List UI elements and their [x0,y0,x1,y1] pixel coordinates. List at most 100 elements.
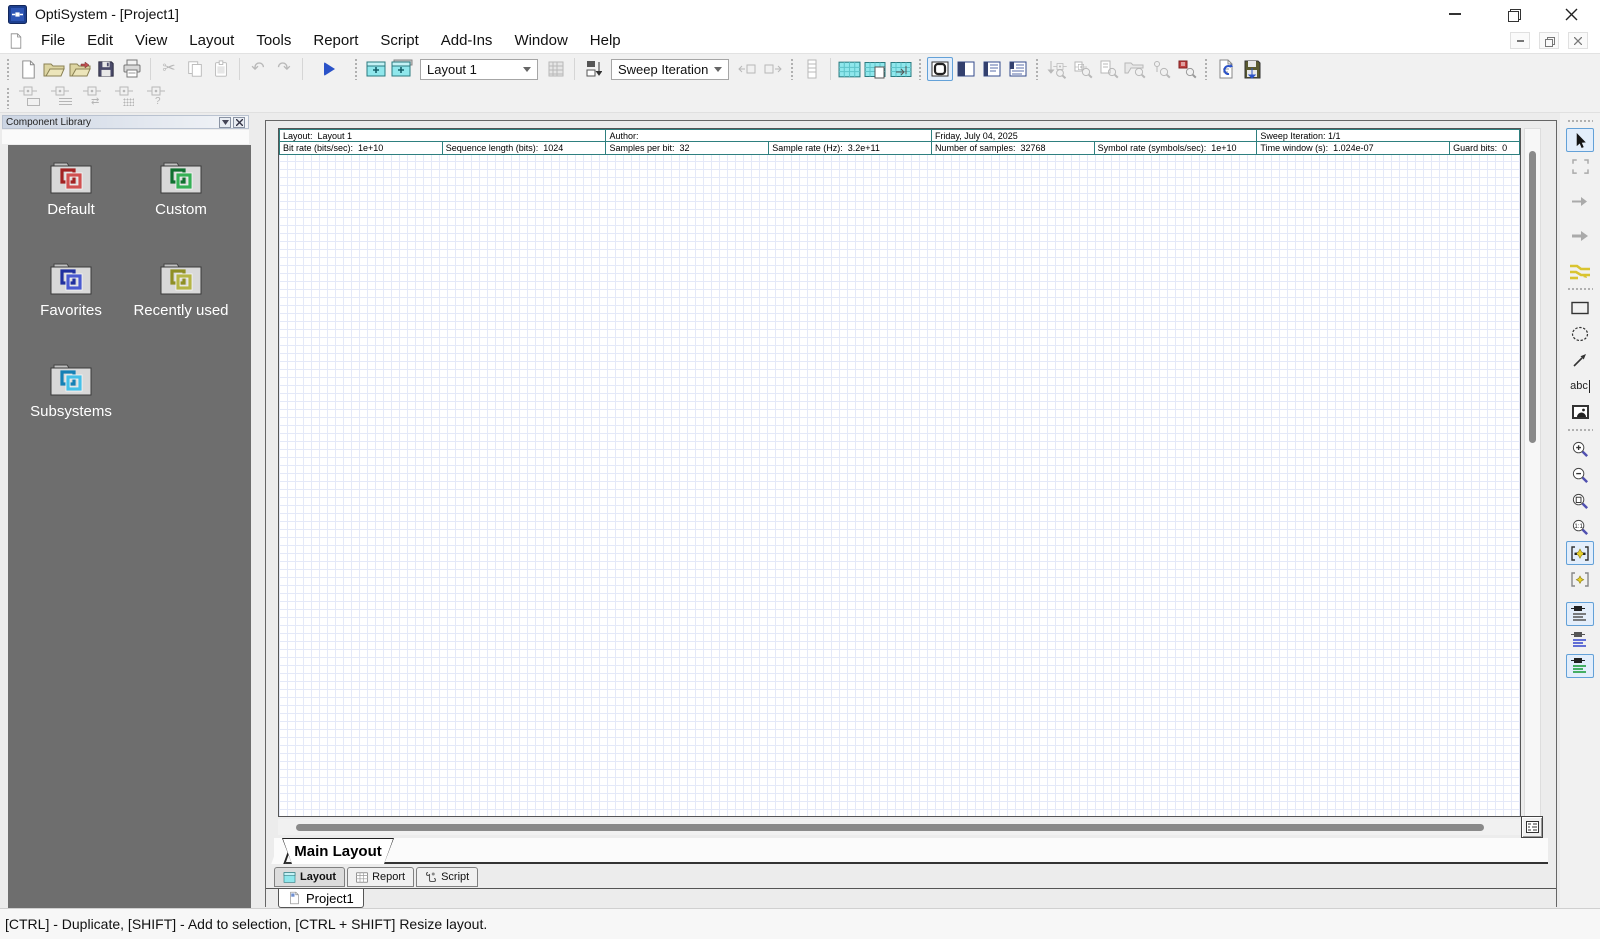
report-page-icon[interactable] [862,57,888,81]
panel-close-button[interactable] [233,117,245,128]
redo-icon[interactable]: ↷ [271,57,297,81]
horizontal-scroll-thumb[interactable] [296,824,1484,831]
tab-layout[interactable]: Layout [274,867,345,887]
sweep-mode-icon[interactable] [580,57,606,81]
folder-subsystems[interactable]: Subsystems [16,361,126,462]
toolbar-grip[interactable] [6,87,11,109]
next-sweep-icon[interactable] [760,57,786,81]
panel-collapse-button[interactable] [219,117,231,128]
canvas-vertical-scrollbar[interactable] [1524,128,1541,817]
component-watch-icon[interactable] [1148,57,1174,81]
sweep-selector-dropdown[interactable]: Sweep Iteration [611,59,729,80]
cut-icon[interactable]: ✂ [156,57,182,81]
vertical-fit-icon[interactable] [1566,567,1594,591]
tab-script[interactable]: Script [416,867,478,887]
embed-project-icon[interactable] [1239,57,1265,81]
menu-edit[interactable]: Edit [76,28,124,53]
tab-report[interactable]: Report [347,867,414,887]
mdi-close-button[interactable] [1568,32,1588,49]
text-tool-icon[interactable]: abc [1566,374,1594,398]
menu-tools[interactable]: Tools [245,28,302,53]
generate-report-icon[interactable] [1213,57,1239,81]
save-project-icon[interactable] [93,57,119,81]
align-components-icon[interactable] [1566,602,1594,626]
close-button[interactable] [1542,0,1600,28]
paste-icon[interactable] [208,57,234,81]
project-layout-view-icon[interactable] [927,57,953,81]
select-tool-icon[interactable] [1566,128,1594,152]
component-label-icon[interactable] [15,85,45,111]
calculation-options-icon[interactable] [543,57,569,81]
restore-button[interactable] [1484,0,1542,28]
layout-properties-button[interactable] [1521,816,1543,838]
toolbar-grip[interactable] [1204,58,1209,80]
minimize-button[interactable] [1426,0,1484,28]
toolbar-grip[interactable] [918,58,923,80]
new-layout-icon[interactable] [363,57,389,81]
auto-wire-tool-icon[interactable] [1566,259,1594,283]
menu-file[interactable]: File [30,28,76,53]
project-description-view-icon[interactable] [979,57,1005,81]
menu-add-ins[interactable]: Add-Ins [430,28,504,53]
palette-grip[interactable] [1567,119,1593,124]
new-project-icon[interactable] [15,57,41,81]
menu-report[interactable]: Report [302,28,369,53]
layout-canvas[interactable]: Layout: Layout 1 Author: Friday, July 04… [278,128,1521,817]
main-layout-tab[interactable]: Main Layout [282,838,394,864]
replace-component-icon[interactable] [1096,57,1122,81]
marquee-select-icon[interactable] [1566,154,1594,178]
previous-sweep-icon[interactable] [734,57,760,81]
calculate-play-icon[interactable] [316,57,342,81]
browse-component-folder-icon[interactable] [1122,57,1148,81]
mdi-restore-button[interactable] [1539,32,1559,49]
toolbar-grip[interactable] [790,58,795,80]
script-page-icon[interactable] [888,57,914,81]
ellipse-tool-icon[interactable] [1566,322,1594,346]
component-ports-icon[interactable] [111,85,141,111]
port-connector-tool-icon[interactable] [1566,189,1594,213]
copy-icon[interactable] [182,57,208,81]
image-tool-icon[interactable] [1566,400,1594,424]
canvas-horizontal-scrollbar[interactable] [278,819,1521,835]
menu-window[interactable]: Window [503,28,578,53]
zoom-one-to-one-icon[interactable]: 1:1 [1566,515,1594,539]
align-components-tertiary-icon[interactable] [1566,654,1594,678]
line-tool-icon[interactable] [1566,348,1594,372]
component-library-header[interactable]: Component Library [2,115,249,129]
project-report-view-icon[interactable] [1005,57,1031,81]
align-components-secondary-icon[interactable] [1566,628,1594,652]
toolbar-grip[interactable] [1035,58,1040,80]
folder-custom[interactable]: Custom [126,159,236,260]
folder-favorites[interactable]: Favorites [16,260,126,361]
folder-default[interactable]: Default [16,159,126,260]
project-split-view-icon[interactable] [953,57,979,81]
menu-layout[interactable]: Layout [178,28,245,53]
zoom-in-icon[interactable] [1566,437,1594,461]
palette-grip[interactable] [1567,287,1593,292]
horizontal-fit-icon[interactable] [1566,541,1594,565]
project-tab[interactable]: Project1 [278,889,364,908]
vertical-scroll-thumb[interactable] [1529,151,1536,443]
undo-icon[interactable]: ↶ [245,57,271,81]
mdi-minimize-button[interactable] [1510,32,1530,49]
menu-script[interactable]: Script [369,28,429,53]
menu-help[interactable]: Help [579,28,632,53]
zoom-out-icon[interactable] [1566,463,1594,487]
folder-recently-used[interactable]: Recently used [126,260,236,361]
search-library-icon[interactable] [1070,57,1096,81]
toolbar-grip[interactable] [354,58,359,80]
toolbar-grip[interactable] [6,58,11,80]
rectangle-tool-icon[interactable] [1566,296,1594,320]
zoom-to-window-icon[interactable] [1566,489,1594,513]
arrow-tool-icon[interactable] [1566,224,1594,248]
import-project-icon[interactable] [67,57,93,81]
menu-view[interactable]: View [124,28,178,53]
component-parameters-icon[interactable] [47,85,77,111]
duplicate-layout-icon[interactable] [389,57,415,81]
iterations-table-icon[interactable] [799,57,825,81]
component-flag-icon[interactable] [1174,57,1200,81]
component-swap-icon[interactable]: ⇄ [79,85,109,111]
palette-grip[interactable] [1567,428,1593,433]
layout-selector-dropdown[interactable]: Layout 1 [420,59,538,80]
print-icon[interactable] [119,57,145,81]
